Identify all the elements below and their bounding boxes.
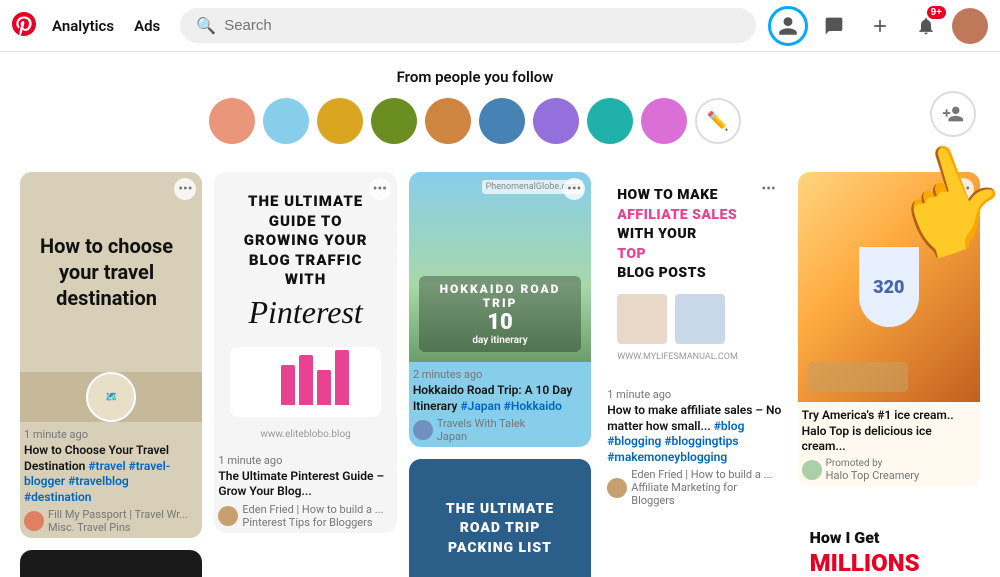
pin-title: The Ultimate Pinterest Guide – Grow Your… — [218, 469, 392, 500]
pin-title: How to make affiliate sales – No matter … — [607, 403, 781, 465]
pin-options-dots[interactable]: ••• — [952, 178, 974, 200]
add-button[interactable] — [860, 6, 900, 46]
pin-card-how-i-get-millions[interactable]: How I Get MILLIONS — [798, 498, 980, 577]
author-board: Pinterest Tips for Bloggers — [242, 516, 383, 529]
pin-card-icecream[interactable]: 320 ••• Try America's #1 ice cream.. Hal… — [798, 172, 980, 486]
pin-column-2: THE ULTIMATEGUIDE TOGROWING YOURBLOG TRA… — [214, 172, 396, 533]
pin-info: Try America's #1 ice cream.. Halo Top is… — [798, 402, 980, 486]
story-avatar[interactable] — [533, 98, 579, 144]
author-name: Eden Fried | How to build a ... — [242, 503, 383, 516]
guide-title-text: THE ULTIMATEGUIDE TOGROWING YOURBLOG TRA… — [230, 192, 380, 290]
pin-time: 1 minute ago — [24, 428, 198, 441]
pin-column-1: How to chooseyour traveldestination 🗺️ •… — [20, 172, 202, 577]
main-nav: Analytics Ads — [44, 11, 168, 41]
pin-column-5: 👆 320 ••• Try America's #1 ice cream.. H… — [798, 172, 980, 577]
affiliate-text: HOW TO MAKE AFFILIATE SALES WITH YOUR TO… — [617, 186, 771, 284]
pin-card-hokkaido[interactable]: PhenomenalGlobe.com HOKKAIDO ROAD TRIP 1… — [409, 172, 591, 447]
add-friend-button[interactable] — [930, 91, 976, 137]
pin-info: 1 minute ago How to Choose Your Travel D… — [20, 422, 202, 538]
story-avatar[interactable] — [425, 98, 471, 144]
pin-card-pinterest-guide[interactable]: THE ULTIMATEGUIDE TOGROWING YOURBLOG TRA… — [214, 172, 396, 533]
search-icon: 🔍 — [196, 16, 216, 35]
author-avatar — [218, 506, 238, 526]
pin-title: Hokkaido Road Trip: A 10 Day Itinerary #… — [413, 383, 587, 414]
pin-options-dots[interactable]: ••• — [369, 178, 391, 200]
messages-button[interactable] — [814, 6, 854, 46]
author-board: Japan — [437, 430, 525, 443]
pin-title: Try America's #1 ice cream.. Halo Top is… — [802, 408, 976, 455]
author-name: Fill My Passport | Travel Wr... — [48, 508, 188, 521]
author-board: Affiliate Marketing for Bloggers — [631, 481, 781, 507]
hokkaido-subtitle: day itinerary — [425, 335, 575, 346]
pin-time: 1 minute ago — [218, 454, 392, 467]
edit-stories-button[interactable]: ✏️ — [695, 98, 741, 144]
road-trip-text: THE ULTIMATEROAD TRIPPACKING LIST — [446, 500, 554, 559]
pin-column-4: HOW TO MAKE AFFILIATE SALES WITH YOUR TO… — [603, 172, 785, 507]
pin-column-3: PhenomenalGlobe.com HOKKAIDO ROAD TRIP 1… — [409, 172, 591, 577]
story-avatar[interactable] — [317, 98, 363, 144]
notification-count: 9+ — [927, 6, 946, 19]
pin-card-cheapest[interactable]: Cheapest — [20, 550, 202, 577]
story-avatar[interactable] — [209, 98, 255, 144]
pinterest-logo[interactable] — [12, 12, 36, 40]
pin-author-row: Eden Fried | How to build a ... Pinteres… — [218, 503, 392, 529]
notifications-button[interactable]: 9+ — [906, 6, 946, 46]
header-icons: 9+ — [768, 6, 988, 46]
pin-info: 1 minute ago How to make affiliate sales… — [603, 388, 785, 507]
user-avatar[interactable] — [952, 8, 988, 44]
pin-time: 1 minute ago — [607, 388, 781, 401]
author-avatar — [607, 478, 627, 498]
millions-text: How I Get — [810, 528, 968, 549]
pin-options-dots[interactable]: ••• — [758, 178, 780, 200]
story-avatar[interactable] — [641, 98, 687, 144]
section-title: From people you follow — [397, 68, 554, 86]
hokkaido-text: HOKKAIDO ROAD TRIP — [425, 282, 575, 310]
guide-website: www.eliteblobo.blog — [214, 425, 396, 448]
author-name: Halo Top Creamery — [826, 469, 920, 482]
nav-ads[interactable]: Ads — [126, 11, 168, 41]
guide-pinterest-text: Pinterest — [230, 294, 380, 331]
pin-author-row: Eden Fried | How to build a ... Affiliat… — [607, 468, 781, 507]
pin-card-road-trip-packing[interactable]: THE ULTIMATEROAD TRIPPACKING LIST — [409, 459, 591, 577]
pin-info: 1 minute ago The Ultimate Pinterest Guid… — [214, 448, 396, 533]
story-avatar[interactable] — [479, 98, 525, 144]
story-avatar[interactable] — [371, 98, 417, 144]
pin-info: 2 minutes ago Hokkaido Road Trip: A 10 D… — [409, 362, 591, 447]
author-avatar — [413, 420, 433, 440]
profile-button[interactable] — [768, 6, 808, 46]
nav-analytics[interactable]: Analytics — [44, 11, 122, 41]
pins-grid: How to chooseyour traveldestination 🗺️ •… — [20, 172, 980, 577]
hokkaido-number: 10 — [425, 310, 575, 335]
affiliate-source: WWW.MYLIFESMANUAL.COM — [617, 352, 771, 362]
pin-title: How to Choose Your Travel Destination #t… — [24, 443, 198, 505]
author-avatar — [24, 511, 44, 531]
author-name: Travels With Talek — [437, 417, 525, 430]
promoted-label: Promoted by — [826, 458, 920, 469]
pin-author-row: Travels With Talek Japan — [413, 417, 587, 443]
story-avatar[interactable] — [263, 98, 309, 144]
main-content: From people you follow ✏️ Ho — [0, 52, 1000, 577]
story-row: ✏️ — [209, 98, 741, 144]
author-name: Eden Fried | How to build a ... — [631, 468, 781, 481]
author-board: Misc. Travel Pins — [48, 521, 188, 534]
pin-author-row: Fill My Passport | Travel Wr... Misc. Tr… — [24, 508, 198, 534]
author-avatar — [802, 460, 822, 480]
search-bar[interactable]: 🔍 — [180, 8, 756, 43]
millions-text-2: MILLIONS — [810, 549, 968, 577]
search-input[interactable] — [224, 17, 740, 34]
header: Analytics Ads 🔍 9+ — [0, 0, 1000, 52]
pin-author-row: Promoted by Halo Top Creamery — [802, 458, 976, 482]
pin-time: 2 minutes ago — [413, 368, 587, 381]
pin-card-travel-destination[interactable]: How to chooseyour traveldestination 🗺️ •… — [20, 172, 202, 538]
pin-card-affiliate[interactable]: HOW TO MAKE AFFILIATE SALES WITH YOUR TO… — [603, 172, 785, 376]
story-avatar[interactable] — [587, 98, 633, 144]
